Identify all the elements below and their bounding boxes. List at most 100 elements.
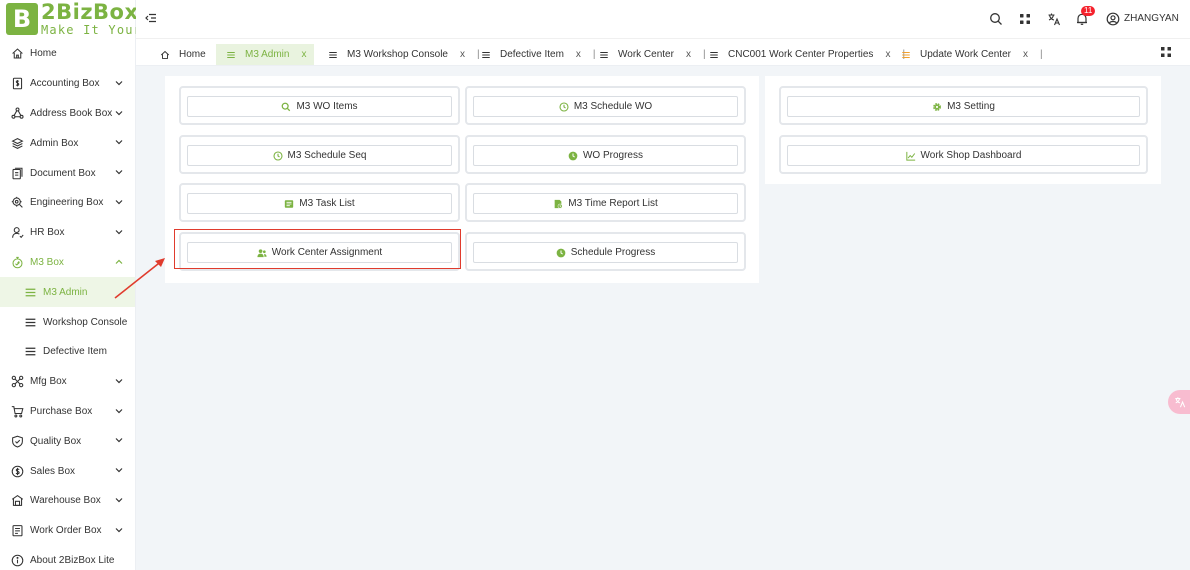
- m3-schedule-seq-card: M3 Schedule Seq: [179, 135, 460, 174]
- m3-task-list-button[interactable]: M3 Task List: [187, 193, 452, 214]
- sidebar-item-quality[interactable]: Quality Box: [0, 426, 135, 456]
- clock-filled-icon: [568, 151, 578, 161]
- m3-wo-items-button[interactable]: M3 WO Items: [187, 96, 452, 117]
- tab-close-button[interactable]: x: [576, 49, 581, 60]
- menu-lines-icon: [709, 50, 719, 60]
- sidebar-item-label: Work Order Box: [30, 525, 102, 537]
- sidebar-item-label: Engineering Box: [30, 197, 104, 209]
- gear-search-icon: [11, 196, 24, 209]
- home-icon: [160, 50, 170, 60]
- sidebar-item-label: Home: [30, 48, 57, 60]
- gear-icon: [932, 102, 942, 112]
- menu-lines-icon: [24, 286, 37, 299]
- tab-separator: |: [702, 49, 706, 60]
- tab-separator: |: [1039, 49, 1043, 60]
- tab-close-button[interactable]: x: [686, 49, 691, 60]
- chevron-down-icon: [115, 468, 123, 473]
- layers-icon: [11, 137, 24, 150]
- m3-time-report-list-card: M3 Time Report List: [465, 183, 746, 222]
- m3-wo-items-card: M3 WO Items: [179, 86, 460, 125]
- tab-bar: Home M3 Admin x M3 Workshop Console x | …: [136, 38, 1190, 66]
- m3-schedule-wo-button[interactable]: M3 Schedule WO: [473, 96, 738, 117]
- sidebar-item-defective-item[interactable]: Defective Item: [0, 337, 135, 367]
- home-icon: [11, 47, 24, 60]
- apps-grid-icon[interactable]: [1018, 12, 1032, 26]
- schedule-progress-button[interactable]: Schedule Progress: [473, 242, 738, 263]
- chevron-down-icon: [115, 378, 123, 384]
- highlight-box: [174, 229, 461, 269]
- cross-nodes-icon: [11, 375, 24, 388]
- logo-tagline: Make It Yours: [41, 23, 151, 37]
- floating-translate-button[interactable]: [1168, 390, 1190, 414]
- sidebar-item-warehouse[interactable]: Warehouse Box: [0, 486, 135, 516]
- tab-close-button[interactable]: x: [1023, 49, 1028, 60]
- sidebar-item-sales[interactable]: Sales Box: [0, 456, 135, 486]
- schedule-progress-card: Schedule Progress: [465, 232, 746, 271]
- m3-time-report-list-button[interactable]: M3 Time Report List: [473, 193, 738, 214]
- tab-update-work-center[interactable]: Update Work Center x |: [901, 44, 1043, 65]
- m3-schedule-wo-card: M3 Schedule WO: [465, 86, 746, 125]
- menu-lines-icon: [481, 50, 491, 60]
- wo-progress-button[interactable]: WO Progress: [473, 145, 738, 166]
- menu-lines-icon: [328, 50, 338, 60]
- sidebar-item-label: Workshop Console: [43, 316, 128, 328]
- clock-icon: [272, 150, 283, 161]
- user-avatar-icon[interactable]: [1106, 12, 1120, 26]
- search-icon: [281, 102, 291, 112]
- sidebar-item-label: Mfg Box: [30, 376, 67, 388]
- tab-close-button[interactable]: x: [301, 49, 306, 60]
- person-icon: [11, 226, 24, 239]
- sidebar-item-workshop-console[interactable]: Workshop Console: [0, 307, 135, 337]
- tab-cnc001-properties[interactable]: CNC001 Work Center Properties x |: [709, 44, 905, 65]
- work-shop-dashboard-card: Work Shop Dashboard: [779, 135, 1148, 174]
- sidebar-item-mfg[interactable]: Mfg Box: [0, 367, 135, 397]
- fullscreen-icon[interactable]: [1160, 46, 1172, 58]
- collapse-menu-icon[interactable]: [145, 12, 157, 24]
- search-icon[interactable]: [989, 12, 1003, 26]
- sidebar-item-home[interactable]: Home: [0, 39, 135, 69]
- tab-close-button[interactable]: x: [885, 49, 890, 60]
- m3-schedule-seq-button[interactable]: M3 Schedule Seq: [187, 145, 452, 166]
- button-label: M3 WO Items: [296, 101, 358, 112]
- sidebar-item-accounting[interactable]: Accounting Box: [0, 69, 135, 99]
- tab-m3-workshop-console[interactable]: M3 Workshop Console x |: [328, 44, 480, 65]
- sidebar-item-engineering[interactable]: Engineering Box: [0, 188, 135, 218]
- menu-lines-icon: [24, 316, 37, 329]
- chevron-down-icon: [115, 229, 123, 235]
- sidebar-item-about[interactable]: About 2BizBox Lite: [0, 546, 135, 570]
- tab-label: M3 Workshop Console: [347, 49, 448, 60]
- document-icon: [11, 167, 24, 180]
- sidebar-item-work-order[interactable]: Work Order Box: [0, 516, 135, 546]
- sidebar-item-address-book[interactable]: Address Book Box: [0, 99, 135, 129]
- list-box-icon: [284, 199, 294, 209]
- sidebar-item-purchase[interactable]: Purchase Box: [0, 397, 135, 427]
- m3-setting-button[interactable]: M3 Setting: [787, 96, 1140, 117]
- tab-m3-admin[interactable]: M3 Admin x: [216, 44, 315, 65]
- sidebar-item-label: Admin Box: [30, 137, 79, 149]
- tab-defective-item[interactable]: Defective Item x |: [481, 44, 596, 65]
- tab-home[interactable]: Home: [160, 44, 206, 65]
- tab-work-center[interactable]: Work Center x |: [599, 44, 706, 65]
- sidebar-item-admin[interactable]: Admin Box: [0, 128, 135, 158]
- translate-icon[interactable]: [1047, 12, 1061, 26]
- brand-logo[interactable]: B 2BizBox Make It Yours: [6, 0, 149, 38]
- clock-icon: [559, 101, 569, 112]
- chevron-down-icon: [115, 110, 123, 115]
- timer-icon: [11, 256, 24, 269]
- clipboard-icon: [11, 524, 24, 537]
- sidebar-item-document[interactable]: Document Box: [0, 158, 135, 188]
- wo-progress-card: WO Progress: [465, 135, 746, 174]
- chevron-down-icon: [115, 170, 123, 175]
- sidebar-item-hr[interactable]: HR Box: [0, 218, 135, 248]
- m3-settings-panel: M3 Setting Work Shop Dashboard: [765, 76, 1161, 184]
- warehouse-icon: [11, 494, 24, 507]
- work-shop-dashboard-button[interactable]: Work Shop Dashboard: [787, 145, 1140, 166]
- tab-close-button[interactable]: x: [460, 49, 465, 60]
- sidebar-item-label: M3 Box: [30, 256, 64, 268]
- sidebar-item-label: Purchase Box: [30, 405, 93, 417]
- username[interactable]: ZHANGYAN: [1124, 13, 1179, 24]
- topbar: 11 ZHANGYAN: [136, 0, 1190, 38]
- annotation-arrow-icon: [114, 258, 165, 299]
- tab-label: Update Work Center: [920, 49, 1011, 60]
- chevron-down-icon: [115, 527, 123, 533]
